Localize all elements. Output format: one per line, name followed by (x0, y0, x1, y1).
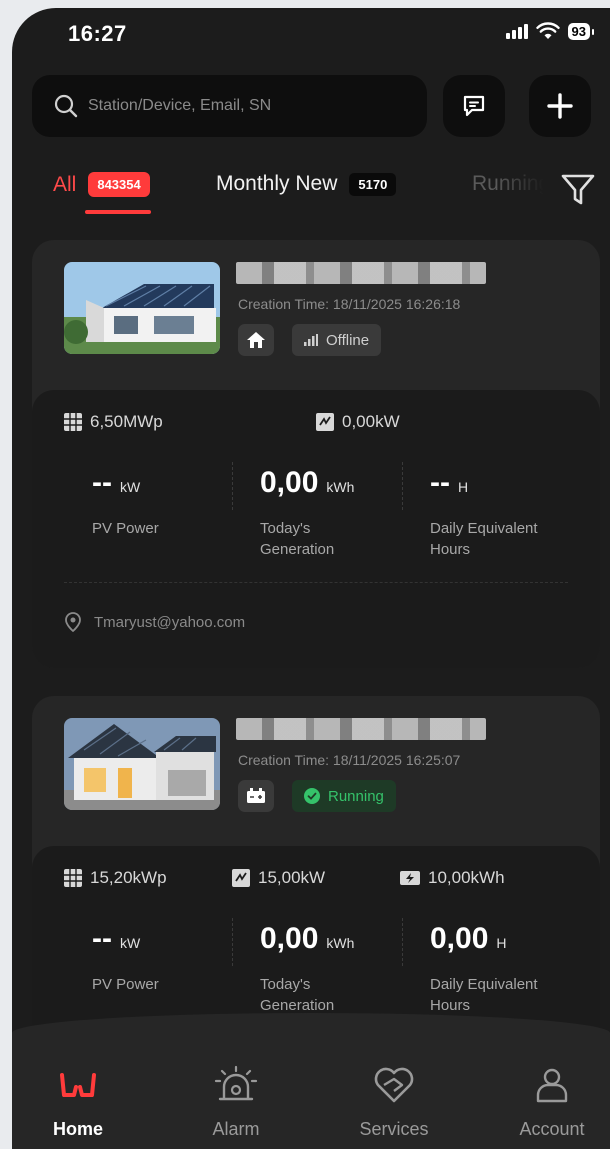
installed-capacity: 6,50MWp (64, 412, 163, 432)
filter-button[interactable] (556, 168, 600, 212)
count-badge: 5170 (349, 172, 397, 196)
status-label: Running (328, 787, 384, 805)
inverter-icon (316, 413, 334, 431)
solar-panel-icon (64, 413, 82, 431)
home-logo-icon (60, 1073, 96, 1097)
storage-type-icon (238, 780, 274, 812)
nav-label: Services (359, 1119, 429, 1139)
today-generation-label: Today's Generation (260, 976, 335, 1014)
status-badge: Running (292, 780, 396, 812)
tab-running[interactable]: Running (472, 172, 552, 196)
pv-power-label: PV Power (92, 976, 159, 993)
creation-time: Creation Time: 18/11/2025 16:25:07 (238, 752, 461, 768)
capacity-value: 15,20kWp (90, 868, 167, 887)
today-generation-label: Today's Generation (260, 520, 335, 558)
station-photo (64, 718, 220, 810)
signal-icon (505, 23, 528, 39)
battery-storage-icon (400, 871, 420, 885)
today-generation-value: 0,00 kWh (260, 922, 355, 955)
status-icons: 93 (505, 22, 595, 40)
station-photo (64, 262, 220, 354)
divider (64, 582, 568, 583)
nav-label: Alarm (212, 1119, 260, 1139)
installed-capacity: 15,20kWp (64, 868, 167, 888)
filter-tabs: All 843354 Monthly New 5170 Running (12, 166, 610, 226)
active-tab-indicator (85, 210, 151, 214)
message-icon (463, 95, 485, 117)
tab-label: All (53, 172, 77, 196)
tab-all[interactable]: All 843354 (53, 172, 150, 197)
battery-indicator: 93 (567, 22, 595, 40)
station-card[interactable]: Creation Time: 18/11/2025 16:26:18 Offli… (32, 240, 600, 668)
tab-label: Monthly New (216, 172, 338, 195)
search-icon (54, 94, 78, 118)
daily-hours-label: Daily Equivalent Hours (430, 520, 538, 558)
station-name-redacted (236, 262, 486, 284)
alarm-icon (214, 1065, 258, 1101)
inverter-value: 0,00kW (342, 412, 400, 431)
tab-monthly-new[interactable]: Monthly New 5170 (216, 172, 397, 196)
status-badge: Offline (292, 324, 382, 356)
search-input[interactable] (88, 97, 408, 115)
owner-email: Tmaryust@yahoo.com (64, 612, 245, 632)
nav-alarm[interactable]: Alarm (176, 1065, 296, 1140)
offline-signal-icon (304, 334, 318, 346)
status-label: Offline (326, 331, 370, 349)
capacity-value: 6,50MWp (90, 412, 163, 431)
daily-hours-label: Daily Equivalent Hours (430, 976, 538, 1014)
status-bar: 16:27 93 (12, 8, 610, 64)
inverter-capacity: 0,00kW (316, 412, 400, 432)
add-button[interactable] (529, 75, 591, 137)
inverter-value: 15,00kW (258, 868, 326, 887)
email-text: Tmaryust@yahoo.com (94, 613, 246, 631)
daily-hours-value: -- H (430, 466, 469, 499)
pv-power-label: PV Power (92, 520, 159, 537)
status-time: 16:27 (68, 21, 127, 46)
check-circle-icon (304, 788, 320, 804)
phone-screen: 16:27 93 All 8433 (12, 8, 610, 1149)
services-icon (374, 1067, 414, 1103)
nav-account[interactable]: Account (492, 1065, 610, 1140)
wifi-icon (535, 22, 560, 39)
station-name-redacted (236, 718, 486, 740)
nav-services[interactable]: Services (334, 1065, 454, 1140)
nav-label: Home (52, 1119, 103, 1139)
tab-label: Running (472, 172, 551, 195)
account-icon (536, 1068, 568, 1103)
storage-capacity: 10,00kWh (400, 868, 505, 888)
nav-label: Account (519, 1119, 585, 1139)
nav-home[interactable]: Home (18, 1065, 138, 1140)
plus-icon (547, 93, 573, 119)
pv-power-value: -- kW (92, 922, 141, 955)
count-badge: 843354 (88, 172, 150, 197)
filter-icon (561, 174, 595, 205)
solar-panel-icon (64, 869, 82, 887)
creation-time: Creation Time: 18/11/2025 16:26:18 (238, 296, 461, 312)
message-button[interactable] (443, 75, 505, 137)
residential-type-icon (238, 324, 274, 356)
pv-power-value: -- kW (92, 466, 141, 499)
inverter-icon (232, 869, 250, 887)
today-generation-value: 0,00 kWh (260, 466, 355, 499)
storage-value: 10,00kWh (428, 868, 505, 887)
daily-hours-value: 0,00 H (430, 922, 507, 955)
inverter-capacity: 15,00kW (232, 868, 325, 888)
search-bar[interactable] (32, 75, 427, 137)
bottom-navigation: Home Alarm Services Account (12, 1013, 610, 1149)
station-metrics: 6,50MWp 0,00kW -- kW PV Power 0,00 kWh Tod… (32, 390, 600, 668)
location-pin-icon (65, 612, 81, 632)
